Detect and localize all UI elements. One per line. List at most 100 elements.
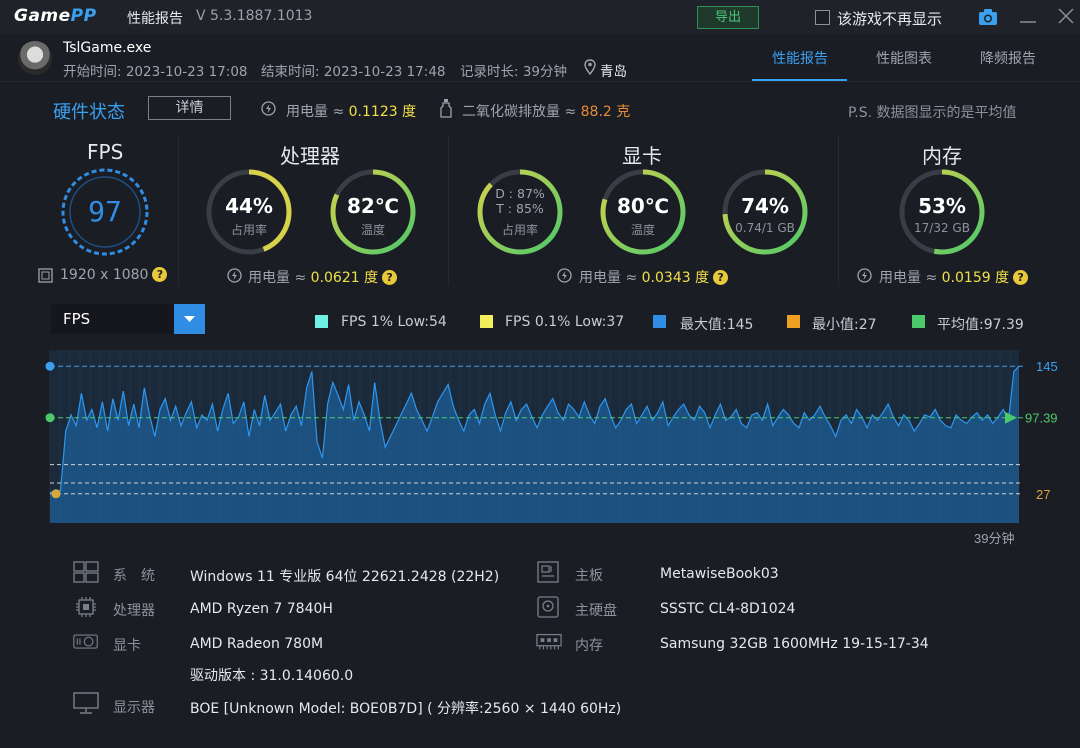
avg-ref-label: 97.39 <box>1025 411 1058 426</box>
gpu-temp-value: 80℃ <box>616 194 670 218</box>
motherboard-icon <box>537 561 559 583</box>
co2-bottle-icon <box>440 99 452 118</box>
ram-power-usage: 用电量 ≈ 0.0159 度? <box>879 267 1029 287</box>
gpu-section-title: 显卡 <box>622 144 662 168</box>
monitor-label: 显示器 <box>113 700 155 716</box>
disk-value: SSSTC CL4-8D1024 <box>660 601 796 617</box>
power-icon <box>557 268 572 283</box>
cpu-temp-value: 82℃ <box>346 194 400 218</box>
legend-swatch-max <box>653 315 666 328</box>
motherboard-value: MetawiseBook03 <box>660 566 779 582</box>
cpu-icon <box>76 597 96 617</box>
dont-show-checkbox[interactable] <box>815 10 830 25</box>
gpu-d-usage: D : 87% <box>495 186 545 201</box>
hardware-status-title: 硬件状态 <box>53 102 125 123</box>
ref-marker-min <box>51 489 61 499</box>
section-divider <box>448 136 449 286</box>
legend-max: 最大值:145 <box>680 317 754 333</box>
cpu-value: AMD Ryzen 7 7840H <box>190 601 333 617</box>
gpu-temp-label: 温度 <box>630 223 655 237</box>
system-label: 系 统 <box>113 568 155 584</box>
memory-icon <box>536 633 562 650</box>
tab-performance-report[interactable]: 性能报告 <box>772 48 828 68</box>
section-divider <box>178 136 179 286</box>
record-duration: 记录时长: 39分钟 <box>460 64 568 80</box>
ref-marker-max <box>45 361 55 371</box>
metric-dropdown-toggle[interactable] <box>174 304 205 334</box>
fps-resolution: 1920 x 1080? <box>60 267 168 283</box>
chart-note: P.S. 数据图显示的是平均值 <box>848 105 1017 121</box>
ref-marker-avg <box>45 413 55 423</box>
help-icon[interactable]: ? <box>382 270 398 285</box>
gpu-power-usage: 用电量 ≈ 0.0343 度? <box>579 267 729 287</box>
monitor-icon <box>73 692 99 714</box>
fps-value: 97 <box>88 195 122 228</box>
camera-icon[interactable] <box>978 8 998 26</box>
help-icon[interactable]: ? <box>1013 270 1029 285</box>
legend-swatch-avg <box>912 315 925 328</box>
power-icon <box>261 101 276 116</box>
details-button[interactable]: 详情 <box>148 96 231 120</box>
gpu-usage-label: 占用率 <box>501 223 538 237</box>
power-icon <box>227 268 242 283</box>
cpu-usage-label: 占用率 <box>230 223 267 237</box>
gpu-t-usage: T : 85% <box>496 201 544 216</box>
cpu-temp-label: 温度 <box>360 223 385 237</box>
gamepp-logo: GamePP <box>14 6 97 26</box>
location-pin-icon <box>584 59 596 75</box>
close-icon[interactable] <box>1057 7 1075 25</box>
help-icon[interactable]: ? <box>713 270 729 285</box>
disk-icon <box>537 596 559 618</box>
legend-avg: 平均值:97.39 <box>937 317 1024 333</box>
start-time: 开始时间: 2023-10-23 17:08 <box>63 64 248 80</box>
max-ref-label: 145 <box>1036 359 1058 374</box>
resolution-icon <box>38 268 53 283</box>
chevron-down-icon <box>184 316 195 322</box>
windows-icon <box>73 561 99 583</box>
help-icon[interactable]: ? <box>152 267 168 282</box>
legend-swatch-min <box>787 315 800 328</box>
app-version: V 5.3.1887.1013 <box>196 8 313 24</box>
power-icon <box>857 268 872 283</box>
x-end-label: 39分钟 <box>974 531 1014 546</box>
gpu-memory-value: 74% <box>741 194 789 218</box>
dont-show-label[interactable]: 该游戏不再显示 <box>837 8 942 29</box>
metric-dropdown-value[interactable]: FPS <box>63 310 90 328</box>
legend-swatch-01-low <box>480 315 493 328</box>
export-button[interactable]: 导出 <box>697 6 759 29</box>
legend-1-low: FPS 1% Low:54 <box>341 314 447 330</box>
tab-throttle-report[interactable]: 降频报告 <box>980 48 1036 68</box>
game-exe-name: TslGame.exe <box>63 40 152 56</box>
section-divider <box>838 136 839 286</box>
ram-usage-label: 17/32 GB <box>914 221 970 235</box>
header-divider <box>0 81 1080 82</box>
minimize-icon[interactable] <box>1019 8 1037 26</box>
gpu-value: AMD Radeon 780M <box>190 636 324 652</box>
gpu-memory-label: 0.74/1 GB <box>735 221 795 235</box>
ram-usage-value: 53% <box>918 194 966 218</box>
legend-min: 最小值:27 <box>812 317 877 333</box>
window-title: 性能报告 <box>127 11 183 27</box>
cpu-power-usage: 用电量 ≈ 0.0621 度? <box>248 267 398 287</box>
end-time: 结束时间: 2023-10-23 17:48 <box>261 64 446 80</box>
gpu-label: 显卡 <box>113 638 141 654</box>
monitor-value: BOE [Unknown Model: BOE0B7D] ( 分辨率:2560 … <box>190 701 622 717</box>
legend-swatch-1-low <box>315 315 328 328</box>
memory-value: Samsung 32GB 1600MHz 19-15-17-34 <box>660 636 929 652</box>
cpu-section-title: 处理器 <box>280 144 340 168</box>
co2-emission: 二氧化碳排放量 ≈ 88.2 克 <box>462 104 631 120</box>
min-ref-label: 27 <box>1036 487 1050 502</box>
fps-chart: 145 97.39 27 39分钟 <box>45 350 1058 546</box>
total-power-usage: 用电量 ≈ 0.1123 度 <box>286 104 417 120</box>
game-avatar <box>18 41 52 75</box>
driver-version: 驱动版本 : 31.0.14060.0 <box>190 668 354 684</box>
gpu-icon <box>73 634 98 649</box>
location: 青岛 <box>600 64 627 80</box>
cpu-usage-value: 44% <box>225 194 273 218</box>
ram-section-title: 内存 <box>922 144 962 168</box>
fps-section-title: FPS <box>87 140 124 164</box>
system-value: Windows 11 专业版 64位 22621.2428 (22H2) <box>190 569 500 585</box>
tab-performance-chart[interactable]: 性能图表 <box>876 48 932 68</box>
legend-01-low: FPS 0.1% Low:37 <box>505 314 625 330</box>
cpu-label: 处理器 <box>113 603 155 619</box>
